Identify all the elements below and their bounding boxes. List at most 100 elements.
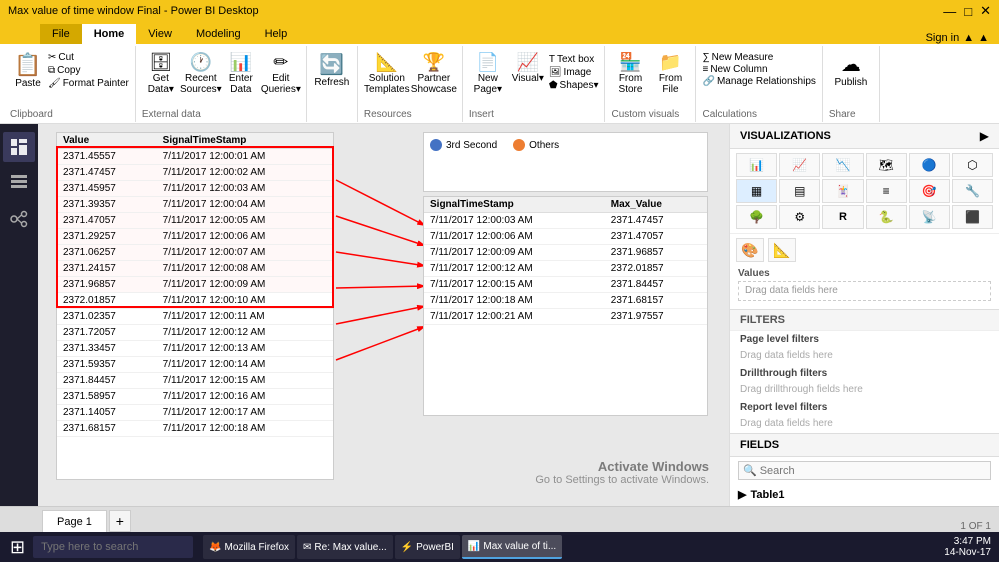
table1-timestamp-0: 7/11/2017 12:00:01 AM [157, 149, 333, 165]
table1-value-4: 2371.47057 [57, 213, 157, 229]
page-level-filters-drop[interactable]: Drag data fields here [730, 348, 999, 365]
table1-row-3: 2371.39357 7/11/2017 12:00:04 AM [57, 197, 333, 213]
viz-icon-kpi[interactable]: 🎯 [909, 179, 950, 203]
custom-visuals-group: 🏪 From Store 📁 From File Custom visuals [605, 46, 696, 122]
canvas-area: Value SignalTimeStamp 2371.45557 7/11/20… [38, 124, 729, 506]
new-measure-button[interactable]: ∑ New Measure [702, 52, 815, 63]
recent-sources-icon: 🕐 [190, 52, 212, 73]
tab-view[interactable]: View [136, 24, 184, 44]
viz-icon-card[interactable]: 🃏 [822, 179, 863, 203]
start-button[interactable]: ⊞ [4, 537, 31, 558]
resources-group: 📐 Solution Templates 🏆 Partner Showcase … [358, 46, 463, 122]
values-well-drop[interactable]: Drag data fields here [738, 281, 991, 301]
table1-header[interactable]: ▶ Table1 [730, 484, 999, 505]
edit-queries-button[interactable]: ✏ EditQueries▾ [262, 52, 300, 102]
tab-home[interactable]: Home [82, 24, 137, 44]
textbox-button[interactable]: T Text box [549, 54, 599, 65]
taskbar-powerbi[interactable]: ⚡ PowerBI [395, 535, 460, 559]
analytics-button[interactable]: 📐 [768, 238, 796, 262]
table1-row-9: 2372.01857 7/11/2017 12:00:10 AM [57, 293, 333, 309]
expand-button[interactable]: ▲ [978, 32, 989, 44]
viz-icon-py[interactable]: 🐍 [866, 205, 907, 229]
format-visual-button[interactable]: 🎨 [736, 238, 764, 262]
fields-search-input[interactable] [760, 465, 986, 477]
partner-showcase-button[interactable]: 🏆 Partner Showcase [412, 52, 456, 102]
image-button[interactable]: 🖼 Image [549, 67, 599, 78]
from-store-button[interactable]: 🏪 From Store [611, 52, 649, 102]
refresh-button[interactable]: 🔄 Refresh [313, 48, 351, 102]
table1-timestamp-4: 7/11/2017 12:00:05 AM [157, 213, 333, 229]
viz-icon-combo[interactable]: ⬛ [952, 205, 993, 229]
relationships-view-button[interactable] [3, 204, 35, 234]
recent-sources-button[interactable]: 🕐 RecentSources▾ [182, 52, 220, 102]
publish-button[interactable]: ☁ Publish [829, 48, 873, 102]
table-visual-2[interactable]: SignalTimeStamp Max_Value 7/11/2017 12:0… [423, 196, 708, 416]
tab-file[interactable]: File [40, 24, 82, 44]
viz-icons-grid: 📊 📈 📉 🗺 🔵 ⬡ ▦ ▤ 🃏 ≡ 🎯 🔧 🌳 ⚙ R 🐍 📡 ⬛ [730, 149, 999, 233]
viz-icon-matrix[interactable]: ▤ [779, 179, 820, 203]
chart-legend: 3rd Second Others [430, 139, 701, 151]
tab-modeling[interactable]: Modeling [184, 24, 253, 44]
share-label: Share [829, 109, 873, 120]
viz-icon-vert-bar[interactable]: 📡 [909, 205, 950, 229]
table1-timestamp-13: 7/11/2017 12:00:14 AM [157, 357, 333, 373]
viz-icon-scatter[interactable]: ⬡ [952, 153, 993, 177]
add-page-button[interactable]: + [109, 510, 131, 532]
format-painter-button[interactable]: 🖌 Format Painter [48, 78, 129, 89]
viz-icon-line[interactable]: 📈 [779, 153, 820, 177]
data-view-button[interactable] [3, 168, 35, 198]
tab-help[interactable]: Help [253, 24, 300, 44]
col-header-signal-timestamp: SignalTimeStamp [424, 197, 605, 213]
table2-maxvalue-4: 2371.84457 [605, 277, 707, 293]
viz-icon-treemap[interactable]: 🌳 [736, 205, 777, 229]
viz-panel-expand[interactable]: ▶ [980, 129, 989, 143]
clipboard-label: Clipboard [10, 109, 129, 120]
taskbar-firefox[interactable]: 🦊 Mozilla Firefox [203, 535, 295, 559]
solution-templates-button[interactable]: 📐 Solution Templates [364, 52, 410, 102]
viz-icon-r[interactable]: R [822, 205, 863, 229]
fields-search-box[interactable]: 🔍 [738, 461, 991, 480]
get-data-button[interactable]: 🗄 GetData▾ [142, 52, 180, 102]
minimize-button[interactable]: — [943, 3, 956, 19]
taskbar-search[interactable] [33, 536, 193, 558]
report-level-drop[interactable]: Drag data fields here [730, 416, 999, 433]
viz-icon-bar[interactable]: 📊 [736, 153, 777, 177]
manage-relationships-button[interactable]: 🔗 Manage Relationships [702, 76, 815, 87]
filters-section: FILTERS Page level filters Drag data fie… [730, 310, 999, 434]
col-header-max-value: Max_Value [605, 197, 707, 213]
close-button[interactable]: ✕ [980, 3, 991, 19]
copy-button[interactable]: ⧉ Copy [48, 65, 129, 76]
maximize-button[interactable]: □ [964, 3, 972, 19]
new-column-button[interactable]: ≡ New Column [702, 64, 815, 75]
col-header-timestamp: SignalTimeStamp [157, 133, 333, 149]
enter-data-button[interactable]: 📊 EnterData [222, 52, 260, 102]
custom-visuals-label: Custom visuals [611, 109, 689, 120]
viz-icon-slicer[interactable]: 🔧 [952, 179, 993, 203]
shapes-button[interactable]: ⬟ Shapes▾ [549, 80, 599, 91]
viz-icon-map[interactable]: 🗺 [866, 153, 907, 177]
data-table-2: SignalTimeStamp Max_Value 7/11/2017 12:0… [424, 197, 707, 325]
drillthrough-drop[interactable]: Drag drillthrough fields here [730, 382, 999, 399]
viz-icon-table[interactable]: ▦ [736, 179, 777, 203]
taskbar-time: 3:47 PM [954, 536, 991, 547]
sign-in-button[interactable]: Sign in [926, 32, 960, 44]
paste-button[interactable]: 📋 Paste [10, 48, 46, 102]
viz-icon-donut[interactable]: 🔵 [909, 153, 950, 177]
viz-icon-multirow[interactable]: ≡ [866, 179, 907, 203]
viz-icon-area[interactable]: 📉 [822, 153, 863, 177]
table1-value-8: 2371.96857 [57, 277, 157, 293]
taskbar: ⊞ 🦊 Mozilla Firefox ✉ Re: Max value... ⚡… [0, 532, 999, 562]
cut-button[interactable]: ✂ Cut [48, 52, 129, 63]
table2-maxvalue-2: 2371.96857 [605, 245, 707, 261]
taskbar-active-window[interactable]: 📊 Max value of ti... [462, 535, 562, 559]
viz-icon-gauge[interactable]: ⚙ [779, 205, 820, 229]
visual-button[interactable]: 📈 Visual▾ [509, 52, 547, 102]
from-file-button[interactable]: 📁 From File [651, 52, 689, 102]
page-1-tab[interactable]: Page 1 [42, 510, 107, 532]
field-item-0[interactable]: ✓ 3rd_Second [750, 505, 991, 506]
table1-value-13: 2371.59357 [57, 357, 157, 373]
new-page-button[interactable]: 📄 New Page▾ [469, 52, 507, 102]
report-view-button[interactable] [3, 132, 35, 162]
table-visual-1[interactable]: Value SignalTimeStamp 2371.45557 7/11/20… [56, 132, 334, 480]
taskbar-email[interactable]: ✉ Re: Max value... [297, 535, 393, 559]
